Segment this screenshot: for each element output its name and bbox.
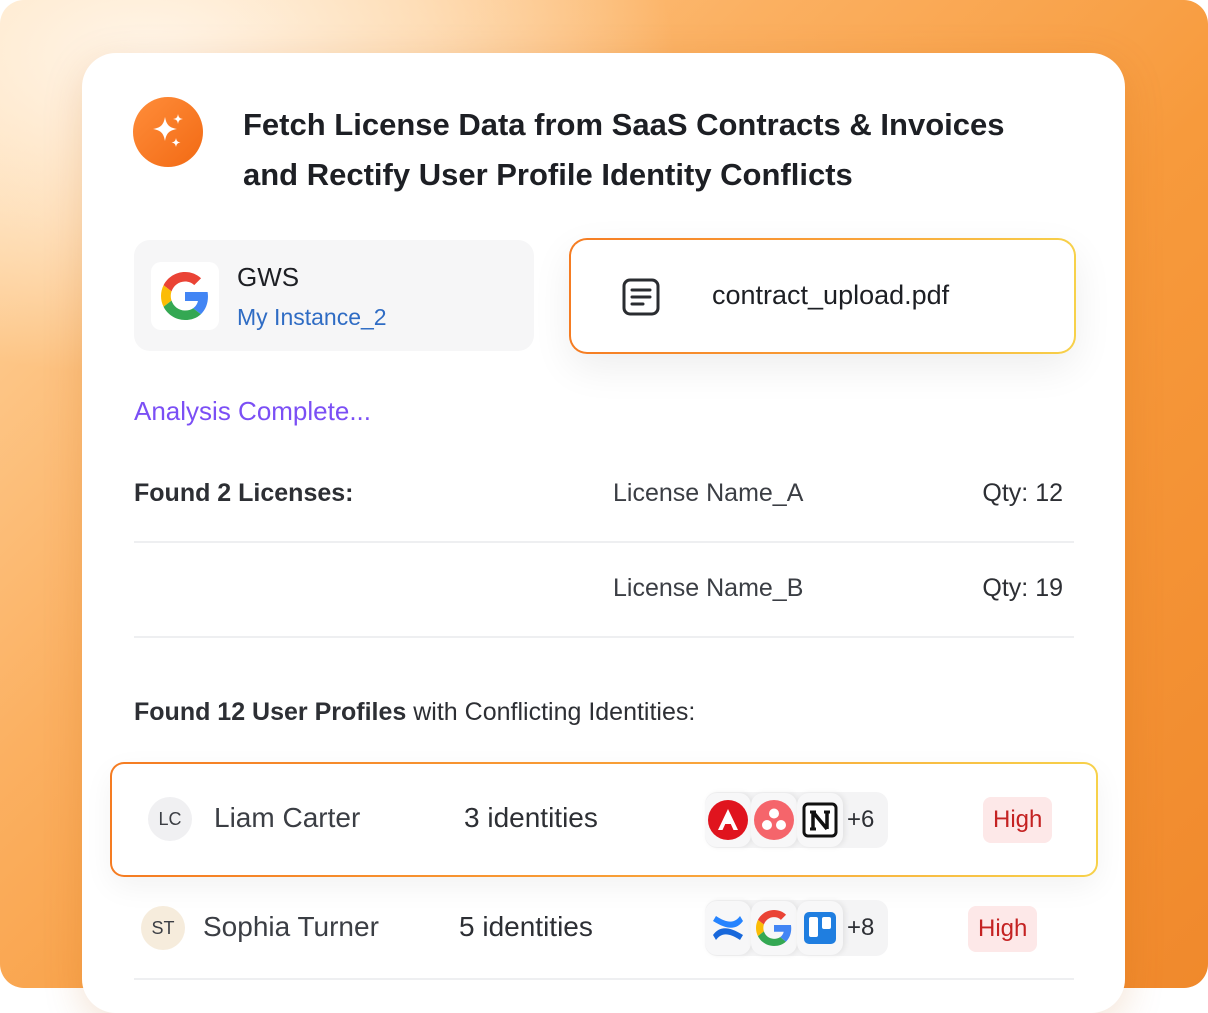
divider [134, 978, 1074, 980]
asana-icon [751, 793, 797, 847]
trello-icon [797, 901, 843, 955]
confluence-icon [705, 901, 751, 955]
divider [134, 636, 1074, 638]
divider [134, 541, 1074, 543]
notion-icon [797, 793, 843, 847]
profiles-heading-bold: Found 12 User Profiles [134, 698, 407, 726]
license-qty: Qty: 12 [982, 479, 1063, 507]
licenses-heading: Found 2 Licenses: [134, 479, 354, 507]
analysis-status: Analysis Complete... [134, 396, 371, 426]
identity-count: 3 identities [464, 802, 598, 833]
risk-badge: High [968, 906, 1038, 952]
user-name: Liam Carter [214, 802, 361, 833]
title-line-2: and Rectify User Profile Identity Confli… [243, 157, 853, 192]
profiles-heading: Found 12 User Profiles with Conflicting … [134, 698, 695, 727]
adobe-icon [705, 793, 751, 847]
title-line-1: Fetch License Data from SaaS Contracts &… [243, 107, 1005, 142]
identity-count: 5 identities [459, 911, 593, 942]
user-name: Sophia Turner [203, 911, 379, 942]
risk-badge: High [983, 797, 1053, 843]
sparkle-icon [133, 97, 203, 167]
google-icon [751, 901, 797, 955]
google-icon [151, 262, 219, 330]
avatar: LC [148, 797, 192, 841]
license-name: License Name_A [613, 479, 804, 507]
app-icon-group[interactable]: +8 [705, 900, 889, 956]
file-card[interactable]: contract_upload.pdf [569, 238, 1076, 354]
avatar: ST [141, 906, 185, 950]
document-icon [621, 277, 661, 322]
license-name: License Name_B [613, 574, 804, 602]
more-apps-count: +8 [847, 914, 875, 941]
profiles-heading-rest: with Conflicting Identities: [406, 698, 696, 726]
source-instance-link[interactable]: My Instance_2 [237, 304, 387, 331]
page-title: Fetch License Data from SaaS Contracts &… [243, 100, 1103, 200]
app-icon-group[interactable]: +6 [705, 792, 889, 848]
file-name: contract_upload.pdf [712, 280, 950, 310]
more-apps-count: +6 [847, 806, 875, 833]
source-name: GWS [237, 262, 300, 292]
license-qty: Qty: 19 [982, 574, 1063, 602]
